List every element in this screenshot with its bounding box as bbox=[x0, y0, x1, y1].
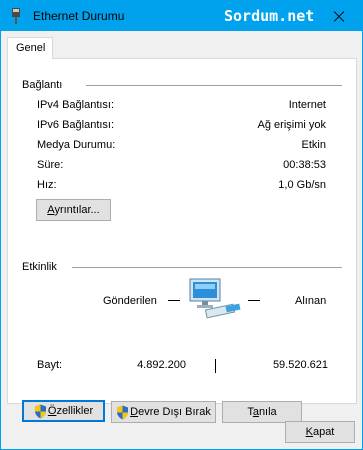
media-state-value: Etkin bbox=[301, 139, 326, 151]
details-button[interactable]: Ayrıntılar... bbox=[36, 199, 111, 221]
duration-label: Süre: bbox=[37, 159, 64, 171]
tab-panel: Bağlantı IPv4 Bağlantısı: Internet IPv6 … bbox=[7, 58, 357, 423]
window: Ethernet Durumu Sordum.net Genel Bağlant… bbox=[0, 0, 363, 450]
speed-label: Hız: bbox=[37, 179, 57, 191]
bytes-label: Bayt: bbox=[37, 359, 63, 371]
network-computers-icon bbox=[189, 278, 241, 319]
watermark: Sordum.net bbox=[224, 7, 315, 25]
tab-label: Genel bbox=[16, 42, 46, 54]
bytes-sent-value: 4.892.200 bbox=[137, 359, 186, 371]
sent-label: Gönderilen bbox=[103, 295, 157, 307]
window-title: Ethernet Durumu bbox=[33, 9, 125, 23]
section-divider bbox=[86, 85, 342, 86]
close-button[interactable]: Kapat bbox=[285, 421, 355, 443]
shield-icon bbox=[34, 404, 46, 419]
properties-button[interactable]: Özellikler bbox=[22, 400, 105, 422]
activity-section-title: Etkinlik bbox=[22, 261, 57, 273]
received-label: Alınan bbox=[295, 295, 327, 307]
ipv4-value: Internet bbox=[288, 99, 326, 111]
ipv6-value: Ağ erişimi yok bbox=[257, 119, 326, 131]
activity-divider bbox=[215, 359, 216, 373]
ethernet-icon bbox=[12, 8, 20, 24]
connection-section-title: Bağlantı bbox=[22, 79, 63, 91]
speed-value: 1,0 Gb/sn bbox=[278, 179, 326, 191]
media-state-label: Medya Durumu: bbox=[37, 139, 116, 151]
close-window-button[interactable] bbox=[313, 2, 362, 31]
section-divider bbox=[72, 267, 342, 268]
received-activity-indicator bbox=[248, 300, 260, 301]
duration-value: 00:38:53 bbox=[283, 159, 326, 171]
ipv4-label: IPv4 Bağlantısı: bbox=[37, 99, 115, 111]
shield-icon bbox=[117, 405, 129, 420]
dialog-body: Genel Bağlantı IPv4 Bağlantısı: Internet… bbox=[1, 31, 362, 449]
ipv6-label: IPv6 Bağlantısı: bbox=[37, 119, 115, 131]
sent-activity-indicator bbox=[168, 300, 180, 301]
tab-genel[interactable]: Genel bbox=[7, 37, 53, 59]
title-bar[interactable]: Ethernet Durumu Sordum.net bbox=[1, 1, 362, 31]
bytes-received-value: 59.520.621 bbox=[272, 359, 328, 371]
disable-button[interactable]: Devre Dışı Bırak bbox=[111, 401, 216, 423]
diagnose-button[interactable]: Tanıla bbox=[222, 401, 302, 423]
